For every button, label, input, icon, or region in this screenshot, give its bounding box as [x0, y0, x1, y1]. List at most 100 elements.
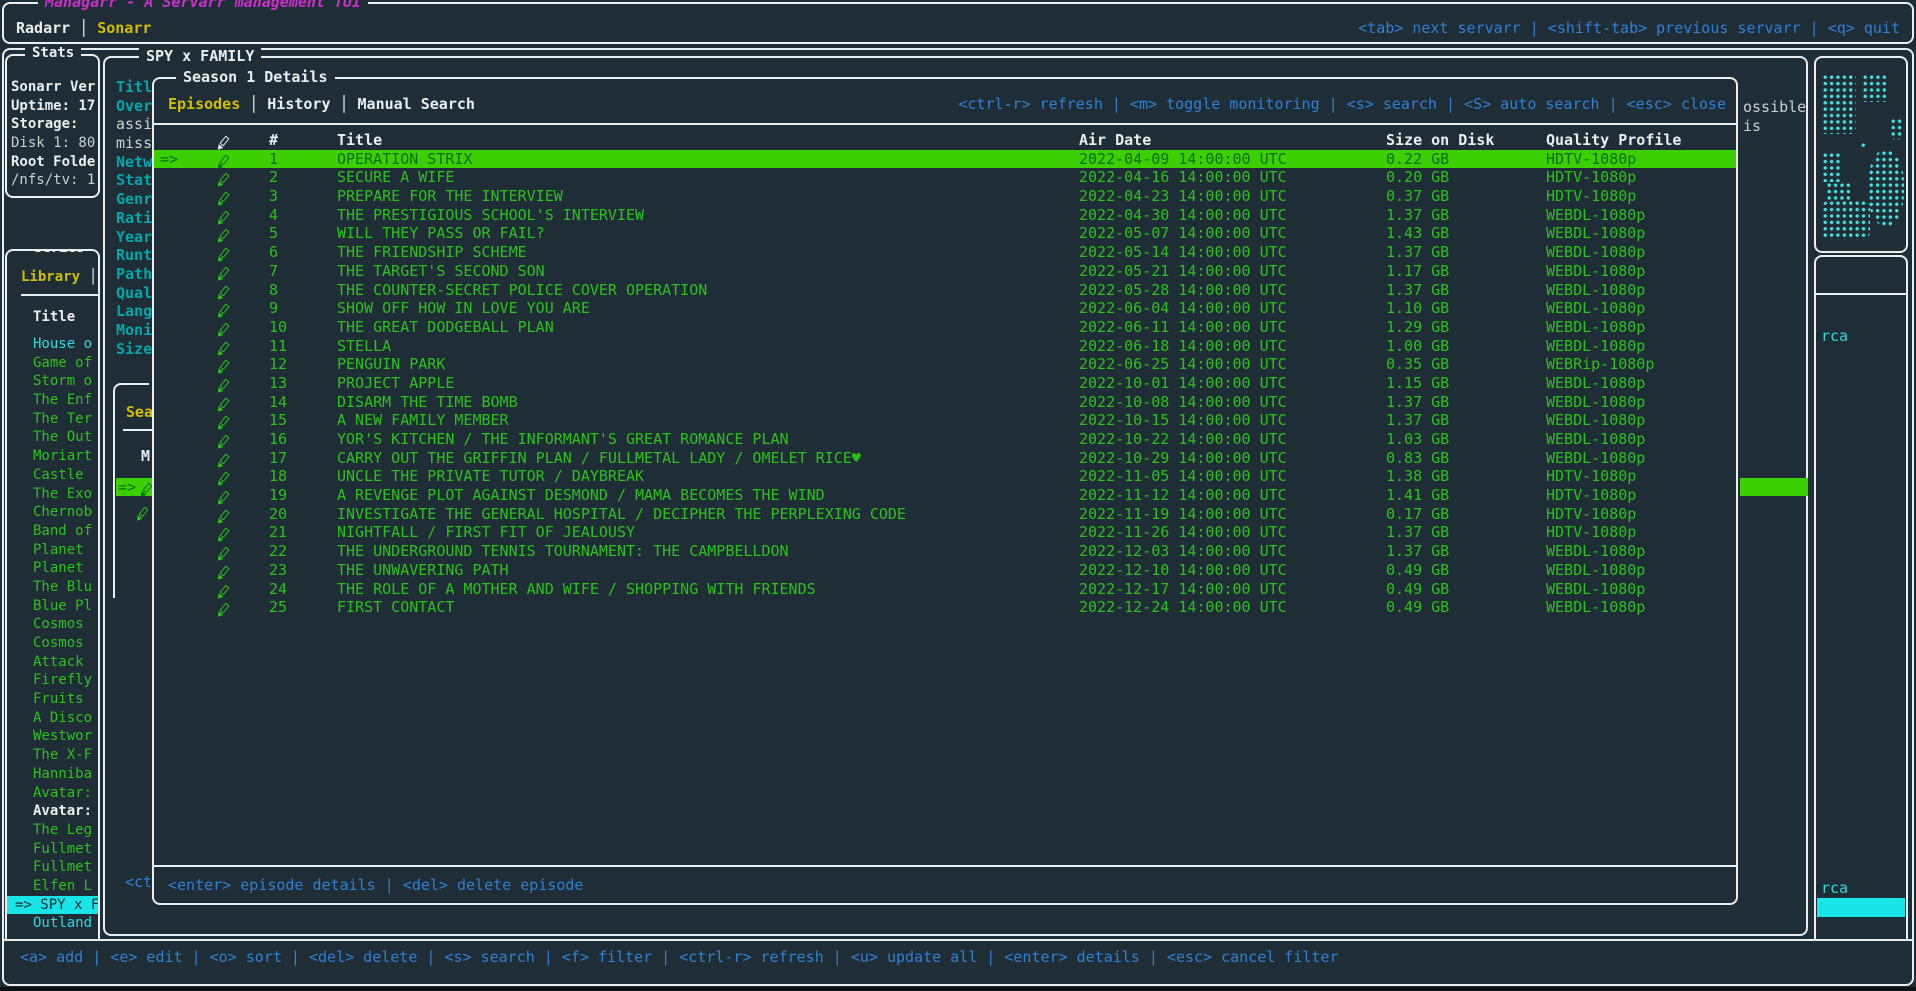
series-list-item[interactable]: Chernob	[7, 503, 98, 522]
selected-season-row-fragment	[1740, 478, 1808, 496]
episode-cell-marker	[154, 206, 206, 225]
series-list-item[interactable]: Castle	[7, 466, 98, 485]
series-list-item[interactable]: Avatar:	[7, 784, 98, 803]
episode-row[interactable]: 4THE PRESTIGIOUS SCHOOL'S INTERVIEW2022-…	[154, 206, 1736, 225]
episode-row[interactable]: 6THE FRIENDSHIP SCHEME2022-05-14 14:00:0…	[154, 243, 1736, 262]
series-list-item[interactable]: Storm o	[7, 372, 98, 391]
episode-row[interactable]: 21NIGHTFALL / FIRST FIT OF JEALOUSY2022-…	[154, 523, 1736, 542]
episode-cell-monitored	[206, 299, 242, 318]
series-list-item[interactable]: Cosmos	[7, 634, 98, 653]
pencil-icon	[219, 547, 229, 558]
series-list-item[interactable]: Westwor	[7, 727, 98, 746]
series-list-item[interactable]: Outland	[7, 914, 98, 933]
episode-cell-title: THE GREAT DODGEBALL PLAN	[337, 318, 1079, 337]
tab-history[interactable]: History	[267, 95, 330, 113]
tab-sonarr[interactable]: Sonarr	[97, 19, 151, 37]
episode-row[interactable]: 16YOR'S KITCHEN / THE INFORMANT'S GREAT …	[154, 430, 1736, 449]
series-list-item[interactable]: Game of	[7, 354, 98, 373]
tab-seasons[interactable]: Sea	[126, 403, 153, 421]
episode-row[interactable]: 17CARRY OUT THE GRIFFIN PLAN / FULLMETAL…	[154, 449, 1736, 468]
episode-cell-marker: =>	[154, 150, 206, 169]
tab-radarr[interactable]: Radarr	[16, 19, 70, 37]
episode-row[interactable]: 3PREPARE FOR THE INTERVIEW2022-04-23 14:…	[154, 187, 1736, 206]
series-list-item[interactable]: The Exo	[7, 485, 98, 504]
poster-art	[1862, 74, 1886, 102]
episode-row[interactable]: =>1OPERATION STRIX2022-04-09 14:00:00 UT…	[154, 150, 1736, 169]
episode-cell-title: A REVENGE PLOT AGAINST DESMOND / MAMA BE…	[337, 486, 1079, 505]
tab-library[interactable]: Library	[21, 269, 80, 285]
episode-row[interactable]: 8THE COUNTER-SECRET POLICE COVER OPERATI…	[154, 281, 1736, 300]
episode-row[interactable]: 9SHOW OFF HOW IN LOVE YOU ARE2022-06-04 …	[154, 299, 1736, 318]
series-list-item[interactable]: The X-F	[7, 746, 98, 765]
episode-row[interactable]: 19A REVENGE PLOT AGAINST DESMOND / MAMA …	[154, 486, 1736, 505]
episode-cell-size: 1.37 GB	[1386, 542, 1546, 561]
episode-row[interactable]: 5WILL THEY PASS OR FAIL?2022-05-07 14:00…	[154, 224, 1736, 243]
series-list-item[interactable]: The Ter	[7, 410, 98, 429]
episode-row[interactable]: 18UNCLE THE PRIVATE TUTOR / DAYBREAK2022…	[154, 467, 1736, 486]
servarr-tabs: Radarr│Sonarr	[16, 19, 151, 38]
episode-cell-title: YOR'S KITCHEN / THE INFORMANT'S GREAT RO…	[337, 430, 1079, 449]
series-list-item[interactable]: Cosmos	[7, 615, 98, 634]
episode-cell-quality: WEBDL-1080p	[1546, 224, 1736, 243]
tab-manual-search[interactable]: Manual Search	[358, 95, 475, 113]
series-list-item[interactable]: Fruits	[7, 690, 98, 709]
episode-cell-title: INVESTIGATE THE GENERAL HOSPITAL / DECIP…	[337, 505, 1079, 524]
episode-cell-number: 1	[242, 150, 337, 169]
tab-episodes[interactable]: Episodes	[168, 95, 240, 113]
episode-cell-title: OPERATION STRIX	[337, 150, 1079, 169]
series-list-item[interactable]: Moriart	[7, 447, 98, 466]
series-list-item[interactable]: A Disco	[7, 709, 98, 728]
episode-row[interactable]: 20INVESTIGATE THE GENERAL HOSPITAL / DEC…	[154, 505, 1736, 524]
series-list-item[interactable]: => SPY x F	[7, 896, 98, 915]
episode-row[interactable]: 24THE ROLE OF A MOTHER AND WIFE / SHOPPI…	[154, 580, 1736, 599]
series-list-item[interactable]: Planet	[7, 559, 98, 578]
episode-cell-quality: WEBDL-1080p	[1546, 337, 1736, 356]
episode-cell-monitored	[206, 580, 242, 599]
pencil-icon	[219, 173, 229, 184]
series-list-item[interactable]: Elfen L	[7, 877, 98, 896]
episode-cell-marker	[154, 393, 206, 412]
selected-season-row-fragment[interactable]: =>	[116, 478, 157, 496]
series-list-item[interactable]: Attack	[7, 653, 98, 672]
episode-row[interactable]: 13PROJECT APPLE2022-10-01 14:00:00 UTC1.…	[154, 374, 1736, 393]
episode-cell-quality: HDTV-1080p	[1546, 505, 1736, 524]
episode-cell-size: 0.83 GB	[1386, 449, 1546, 468]
series-list-item[interactable]: Planet	[7, 541, 98, 560]
series-list-item[interactable]: Hanniba	[7, 765, 98, 784]
episode-cell-marker	[154, 580, 206, 599]
episode-cell-marker	[154, 561, 206, 580]
episode-cell-monitored	[206, 374, 242, 393]
episode-row[interactable]: 14DISARM THE TIME BOMB2022-10-08 14:00:0…	[154, 393, 1736, 412]
episode-cell-quality: HDTV-1080p	[1546, 150, 1736, 169]
episode-row[interactable]: 23THE UNWAVERING PATH2022-12-10 14:00:00…	[154, 561, 1736, 580]
episode-cell-quality: HDTV-1080p	[1546, 168, 1736, 187]
series-list-item[interactable]: Band of	[7, 522, 98, 541]
series-list-item[interactable]: Firefly	[7, 671, 98, 690]
episode-cell-size: 1.03 GB	[1386, 430, 1546, 449]
episode-cell-title: PENGUIN PARK	[337, 355, 1079, 374]
episode-cell-air-date: 2022-11-12 14:00:00 UTC	[1079, 486, 1386, 505]
series-list-item[interactable]: House o	[7, 335, 98, 354]
episode-cell-size: 0.17 GB	[1386, 505, 1546, 524]
poster-art	[1822, 200, 1870, 240]
episode-row[interactable]: 12PENGUIN PARK2022-06-25 14:00:00 UTC0.3…	[154, 355, 1736, 374]
episode-cell-size: 1.41 GB	[1386, 486, 1546, 505]
episode-row[interactable]: 7THE TARGET'S SECOND SON2022-05-21 14:00…	[154, 262, 1736, 281]
series-list-item[interactable]: Fullmet	[7, 840, 98, 859]
episode-row[interactable]: 15A NEW FAMILY MEMBER2022-10-15 14:00:00…	[154, 411, 1736, 430]
series-list-item[interactable]: The Blu	[7, 578, 98, 597]
episode-row[interactable]: 2SECURE A WIFE2022-04-16 14:00:00 UTC0.2…	[154, 168, 1736, 187]
episode-cell-marker	[154, 411, 206, 430]
episode-row[interactable]: 25FIRST CONTACT2022-12-24 14:00:00 UTC0.…	[154, 598, 1736, 617]
series-list-item[interactable]: The Leg	[7, 821, 98, 840]
episode-cell-monitored	[206, 411, 242, 430]
series-list-item[interactable]: The Out	[7, 428, 98, 447]
episode-row[interactable]: 11STELLA2022-06-18 14:00:00 UTC1.00 GBWE…	[154, 337, 1736, 356]
series-list-item[interactable]: The Enf	[7, 391, 98, 410]
episode-row[interactable]: 22THE UNDERGROUND TENNIS TOURNAMENT: THE…	[154, 542, 1736, 561]
series-list-item[interactable]: Avatar:	[7, 802, 98, 821]
episode-row[interactable]: 10THE GREAT DODGEBALL PLAN2022-06-11 14:…	[154, 318, 1736, 337]
series-list-item[interactable]: Fullmet	[7, 858, 98, 877]
series-list-item[interactable]: Blue Pl	[7, 597, 98, 616]
right-panel-divider	[1816, 293, 1906, 295]
